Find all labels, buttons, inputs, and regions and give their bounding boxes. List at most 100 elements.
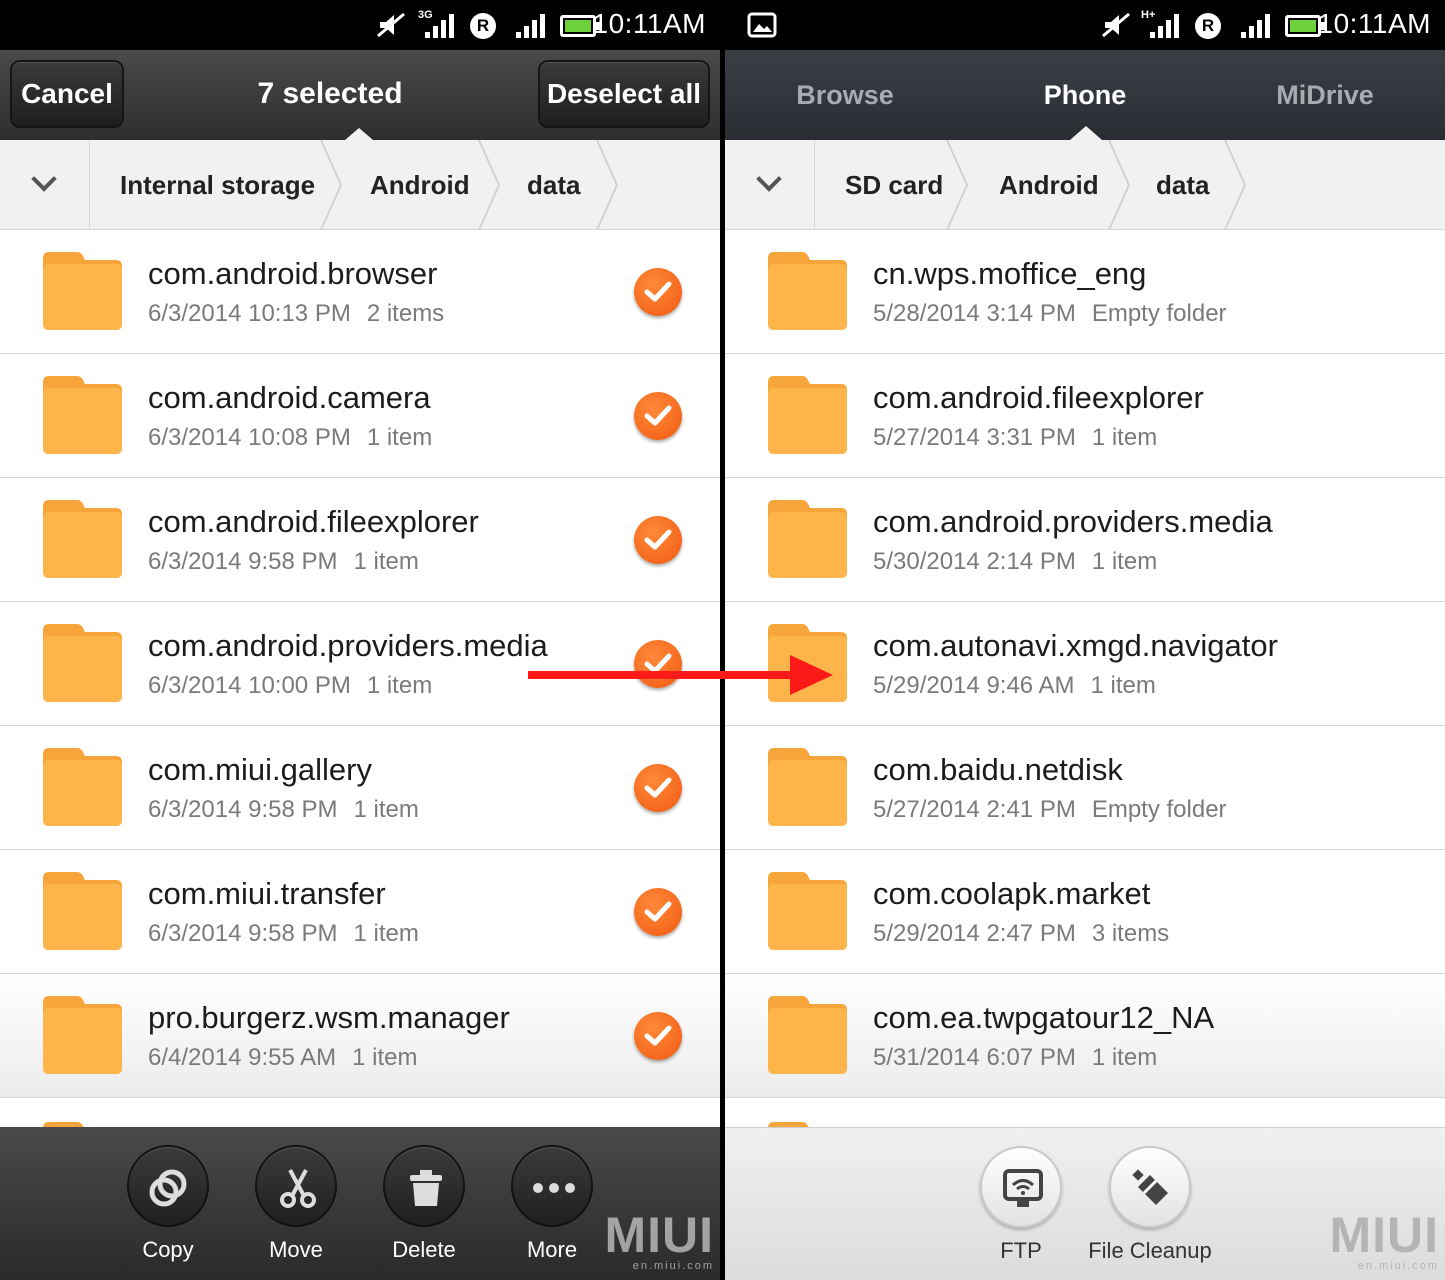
folder-date: 5/29/2014 2:47 PM xyxy=(873,920,1076,947)
breadcrumb-data[interactable]: data xyxy=(1156,140,1209,230)
folder-date: 6/3/2014 10:08 PM xyxy=(148,424,351,451)
folder-name: com.android.browser xyxy=(148,256,438,291)
folder-date: 5/29/2014 9:46 AM xyxy=(873,672,1075,699)
folder-name: com.android.fileexplorer xyxy=(148,504,479,539)
folder-date: 6/3/2014 9:58 PM xyxy=(148,548,338,575)
cancel-button[interactable]: Cancel xyxy=(10,60,124,128)
breadcrumb-dropdown-button[interactable] xyxy=(725,140,815,230)
miui-watermark: MIUI en.miui.com xyxy=(604,1210,714,1272)
folder-name: com.android.fileexplorer xyxy=(873,380,1204,415)
copy-button[interactable]: Copy xyxy=(104,1145,232,1263)
clock: 10:11AM xyxy=(1317,8,1431,39)
folder-meta: 5/31/2014 6:07 PM 1 item xyxy=(873,1044,1157,1072)
list-item[interactable]: com.android.camera 6/3/2014 10:08 PM 1 ite… xyxy=(0,354,720,478)
selected-checkmark-icon[interactable] xyxy=(634,268,682,316)
signal-icon xyxy=(425,14,457,38)
folder-meta: 6/4/2014 9:55 AM 1 item xyxy=(148,1044,418,1072)
annotation-arrow-icon xyxy=(528,655,833,695)
folder-name: com.autonavi.xmgd.navigator xyxy=(873,628,1278,663)
folder-name: com.coolapk.market xyxy=(873,876,1151,911)
list-item[interactable]: com.android.fileexplorer 5/27/2014 3:31 P… xyxy=(725,354,1445,478)
selected-checkmark-icon[interactable] xyxy=(634,764,682,812)
watermark-logo: MIUI xyxy=(604,1207,714,1263)
file-list: cn.wps.moffice_eng 5/28/2014 3:14 PM Empty… xyxy=(725,230,1445,1128)
breadcrumb-android[interactable]: Android xyxy=(370,140,470,230)
folder-icon xyxy=(41,994,124,1076)
folder-meta: 6/3/2014 9:58 PM 1 item xyxy=(148,796,419,824)
miui-watermark: MIUI en.miui.com xyxy=(1329,1210,1439,1272)
folder-meta: 5/29/2014 2:47 PM 3 items xyxy=(873,920,1169,948)
selection-action-bar: Cancel 7 selected Deselect all xyxy=(0,50,720,140)
delete-button[interactable]: Delete xyxy=(360,1145,488,1263)
selected-checkmark-icon[interactable] xyxy=(634,1012,682,1060)
tab-midrive[interactable]: MiDrive xyxy=(1205,80,1445,111)
folder-date: 5/31/2014 6:07 PM xyxy=(873,1044,1076,1071)
folder-date: 5/30/2014 2:14 PM xyxy=(873,548,1076,575)
chevron-down-icon xyxy=(31,166,57,192)
folder-icon xyxy=(766,498,849,580)
breadcrumb-internal-storage[interactable]: Internal storage xyxy=(120,140,315,230)
move-button[interactable]: Move xyxy=(232,1145,360,1263)
watermark-logo: MIUI xyxy=(1329,1207,1439,1263)
folder-item-count: 1 item xyxy=(352,1044,418,1071)
folder-icon xyxy=(766,746,849,828)
list-item[interactable]: com.miui.gallery 6/3/2014 9:58 PM 1 item xyxy=(0,726,720,850)
selected-checkmark-icon[interactable] xyxy=(634,516,682,564)
folder-icon xyxy=(41,870,124,952)
file-cleanup-button[interactable]: File Cleanup xyxy=(1085,1146,1215,1264)
list-item[interactable]: com.ea.twpgatour12_NA 5/31/2014 6:07 PM 1 … xyxy=(725,974,1445,1098)
folder-icon xyxy=(41,746,124,828)
more-label: More xyxy=(526,1237,578,1262)
breadcrumb-separator xyxy=(478,139,501,231)
list-item[interactable]: com.miui.transfer 6/3/2014 9:58 PM 1 item xyxy=(0,850,720,974)
breadcrumb-dropdown-button[interactable] xyxy=(0,140,90,230)
ftp-button[interactable]: FTP xyxy=(957,1146,1085,1264)
folder-name: pro.burgerz.wsm.manager xyxy=(148,1000,510,1035)
list-item[interactable]: com.autonavi.xmgd.navigator 5/29/2014 9:4… xyxy=(725,602,1445,726)
chevron-down-icon xyxy=(756,166,782,192)
folder-date: 5/28/2014 3:14 PM xyxy=(873,300,1076,327)
folder-date: 6/4/2014 9:55 AM xyxy=(148,1044,337,1071)
copy-icon xyxy=(149,1169,187,1207)
list-item[interactable]: com.android.providers.media 5/30/2014 2:1… xyxy=(725,478,1445,602)
tab-pointer xyxy=(345,128,373,140)
folder-meta: 6/3/2014 9:58 PM 1 item xyxy=(148,920,419,948)
folder-item-count: 1 item xyxy=(353,920,419,947)
folder-icon xyxy=(766,374,849,456)
folder-name: com.miui.transfer xyxy=(148,876,386,911)
status-bar: H+ R 10:11AM xyxy=(725,0,1445,50)
tab-browse[interactable]: Browse xyxy=(725,80,965,111)
selected-checkmark-icon[interactable] xyxy=(634,888,682,936)
list-item[interactable]: com.coolapk.market 5/29/2014 2:47 PM 3 ite… xyxy=(725,850,1445,974)
folder-item-count: 1 item xyxy=(1090,672,1156,699)
list-item[interactable]: com.android.fileexplorer 6/3/2014 9:58 PM… xyxy=(0,478,720,602)
selected-checkmark-icon[interactable] xyxy=(634,392,682,440)
list-item[interactable]: cn.wps.moffice_eng 5/28/2014 3:14 PM Empty… xyxy=(725,230,1445,354)
list-item[interactable]: com.baidu.netdisk 5/27/2014 2:41 PM Empty … xyxy=(725,726,1445,850)
screenshot-notification-icon xyxy=(747,12,777,38)
folder-item-count: 2 items xyxy=(366,300,445,327)
battery-icon xyxy=(1285,15,1325,37)
folder-item-count: 3 items xyxy=(1091,920,1170,947)
folder-name: com.miui.gallery xyxy=(148,752,372,787)
move-label: Move xyxy=(269,1237,323,1262)
folder-date: 6/3/2014 9:58 PM xyxy=(148,796,338,823)
more-icon xyxy=(533,1183,575,1193)
folder-meta: 5/27/2014 3:31 PM 1 item xyxy=(873,424,1157,452)
list-item[interactable]: com.android.browser 6/3/2014 10:13 PM 2 it… xyxy=(0,230,720,354)
folder-meta: 5/28/2014 3:14 PM Empty folder xyxy=(873,300,1227,328)
breadcrumb-sd-card[interactable]: SD card xyxy=(845,140,943,230)
folder-item-count: 1 item xyxy=(353,548,419,575)
tab-phone[interactable]: Phone xyxy=(965,80,1205,111)
left-screen: 3G R 10:11AM Cancel 7 selected Deselect … xyxy=(0,0,720,1280)
list-item[interactable]: pro.burgerz.wsm.manager 6/4/2014 9:55 AM 1… xyxy=(0,974,720,1098)
breadcrumb-android[interactable]: Android xyxy=(999,140,1099,230)
more-button[interactable]: More xyxy=(488,1145,616,1263)
breadcrumb-data[interactable]: data xyxy=(527,140,580,230)
folder-meta: 6/3/2014 10:00 PM 1 item xyxy=(148,672,432,700)
folder-meta: 5/27/2014 2:41 PM Empty folder xyxy=(873,796,1227,824)
folder-name: com.ea.twpgatour12_NA xyxy=(873,1000,1215,1035)
roaming-icon: R xyxy=(1195,13,1221,39)
deselect-all-button[interactable]: Deselect all xyxy=(538,60,710,128)
folder-icon xyxy=(766,250,849,332)
